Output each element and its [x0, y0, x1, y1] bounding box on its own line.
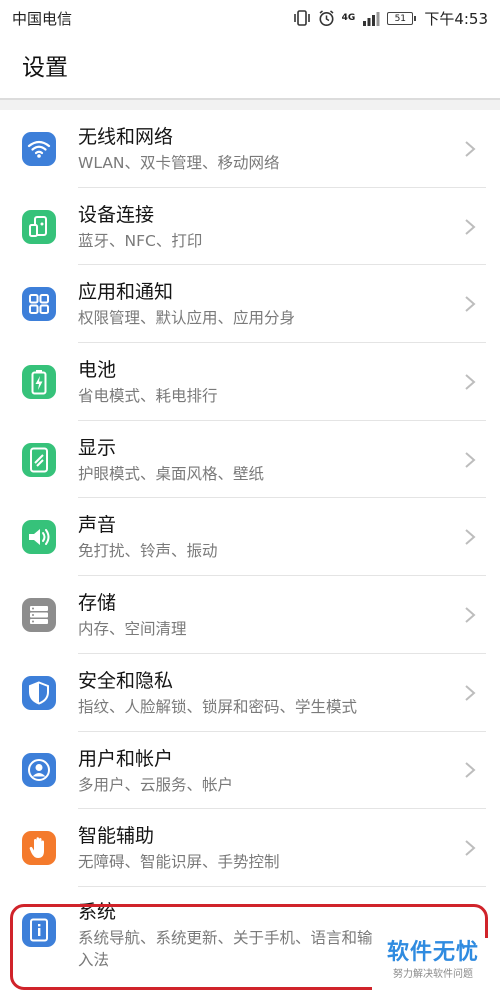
system-info-icon — [22, 912, 56, 947]
settings-item-title: 应用和通知 — [78, 281, 174, 304]
chevron-right-icon — [465, 451, 476, 468]
settings-item-subtitle: 免打扰、铃声、振动 — [78, 542, 218, 561]
speaker-icon — [22, 520, 56, 555]
settings-item-subtitle: 系统导航、系统更新、关于手机、语言和输入法 — [78, 928, 373, 969]
settings-item-title: 声音 — [78, 514, 117, 537]
settings-item-title: 存储 — [78, 592, 117, 615]
chevron-right-icon — [465, 141, 476, 157]
settings-item-security-privacy[interactable]: 安全和隐私 指纹、人脸解锁、锁屏和密码、学生模式 — [0, 654, 500, 732]
watermark-tagline: 努力解决软件问题 — [393, 969, 473, 980]
chevron-right-icon — [465, 218, 476, 235]
settings-item-title: 智能辅助 — [78, 825, 155, 848]
watermark-name: 软件无忧 — [386, 940, 479, 965]
settings-list: 无线和网络 WLAN、双卡管理、移动网络 设备连接 蓝牙、NFC、打印 应用和通… — [0, 110, 500, 1000]
signal-icon — [363, 11, 380, 26]
clock-label: 下午4:53 — [424, 9, 488, 28]
settings-item-title: 设备连接 — [78, 203, 155, 226]
settings-item-storage[interactable]: 存储 内存、空间清理 — [0, 576, 500, 654]
settings-item-battery[interactable]: 电池 省电模式、耗电排行 — [0, 343, 500, 421]
settings-item-apps-notifications[interactable]: 应用和通知 权限管理、默认应用、应用分身 — [0, 265, 500, 344]
shield-icon — [22, 675, 56, 710]
apps-grid-icon — [22, 287, 56, 322]
settings-item-wireless-network[interactable]: 无线和网络 WLAN、双卡管理、移动网络 — [0, 110, 500, 188]
settings-item-smart-assistance[interactable]: 智能辅助 无障碍、智能识屏、手势控制 — [0, 809, 500, 887]
network-type-label: 4G — [341, 13, 356, 23]
user-icon — [22, 753, 56, 788]
storage-icon — [22, 597, 56, 632]
vibrate-icon — [293, 10, 310, 26]
settings-item-users-accounts[interactable]: 用户和帐户 多用户、云服务、帐户 — [0, 732, 500, 810]
display-icon — [22, 442, 56, 477]
settings-item-subtitle: 省电模式、耗电排行 — [78, 387, 218, 406]
settings-item-title: 安全和隐私 — [78, 669, 174, 692]
carrier-label: 中国电信 — [12, 9, 73, 28]
settings-item-title: 无线和网络 — [78, 126, 174, 148]
settings-item-subtitle: 护眼模式、桌面风格、壁纸 — [78, 464, 265, 483]
watermark: 软件无忧 努力解决软件问题 — [372, 938, 494, 990]
settings-item-title: 显示 — [78, 436, 117, 459]
chevron-right-icon — [465, 607, 476, 623]
hand-icon — [22, 831, 56, 866]
wifi-icon — [22, 131, 56, 166]
chevron-right-icon — [465, 684, 476, 701]
device-connection-icon — [22, 209, 56, 244]
header-divider — [0, 98, 500, 100]
settings-item-title: 电池 — [78, 359, 117, 382]
battery-indicator: 51 — [387, 11, 417, 25]
chevron-right-icon — [465, 529, 476, 546]
settings-item-subtitle: 蓝牙、NFC、打印 — [78, 231, 203, 250]
settings-item-sound[interactable]: 声音 免打扰、铃声、振动 — [0, 498, 500, 577]
settings-item-subtitle: WLAN、双卡管理、移动网络 — [78, 154, 280, 172]
settings-item-subtitle: 无障碍、智能识屏、手势控制 — [78, 853, 280, 872]
alarm-icon — [319, 9, 334, 26]
status-icons: 4G 51 下午4:53 — [293, 8, 488, 29]
settings-item-subtitle: 内存、空间清理 — [78, 620, 187, 639]
settings-item-subtitle: 指纹、人脸解锁、锁屏和密码、学生模式 — [78, 697, 358, 716]
status-bar: 中国电信 4G 51 下午4:53 — [0, 0, 500, 36]
settings-item-subtitle: 权限管理、默认应用、应用分身 — [78, 309, 296, 328]
battery-icon — [22, 364, 56, 399]
settings-item-title: 用户和帐户 — [78, 747, 174, 770]
chevron-right-icon — [465, 296, 476, 312]
chevron-right-icon — [465, 374, 476, 390]
chevron-right-icon — [465, 762, 476, 779]
settings-item-subtitle: 多用户、云服务、帐户 — [78, 775, 234, 794]
page-title: 设置 — [0, 36, 500, 98]
settings-item-title: 系统 — [78, 900, 117, 923]
chevron-right-icon — [465, 840, 476, 856]
settings-item-device-connection[interactable]: 设备连接 蓝牙、NFC、打印 — [0, 188, 500, 266]
settings-item-display[interactable]: 显示 护眼模式、桌面风格、壁纸 — [0, 421, 500, 499]
